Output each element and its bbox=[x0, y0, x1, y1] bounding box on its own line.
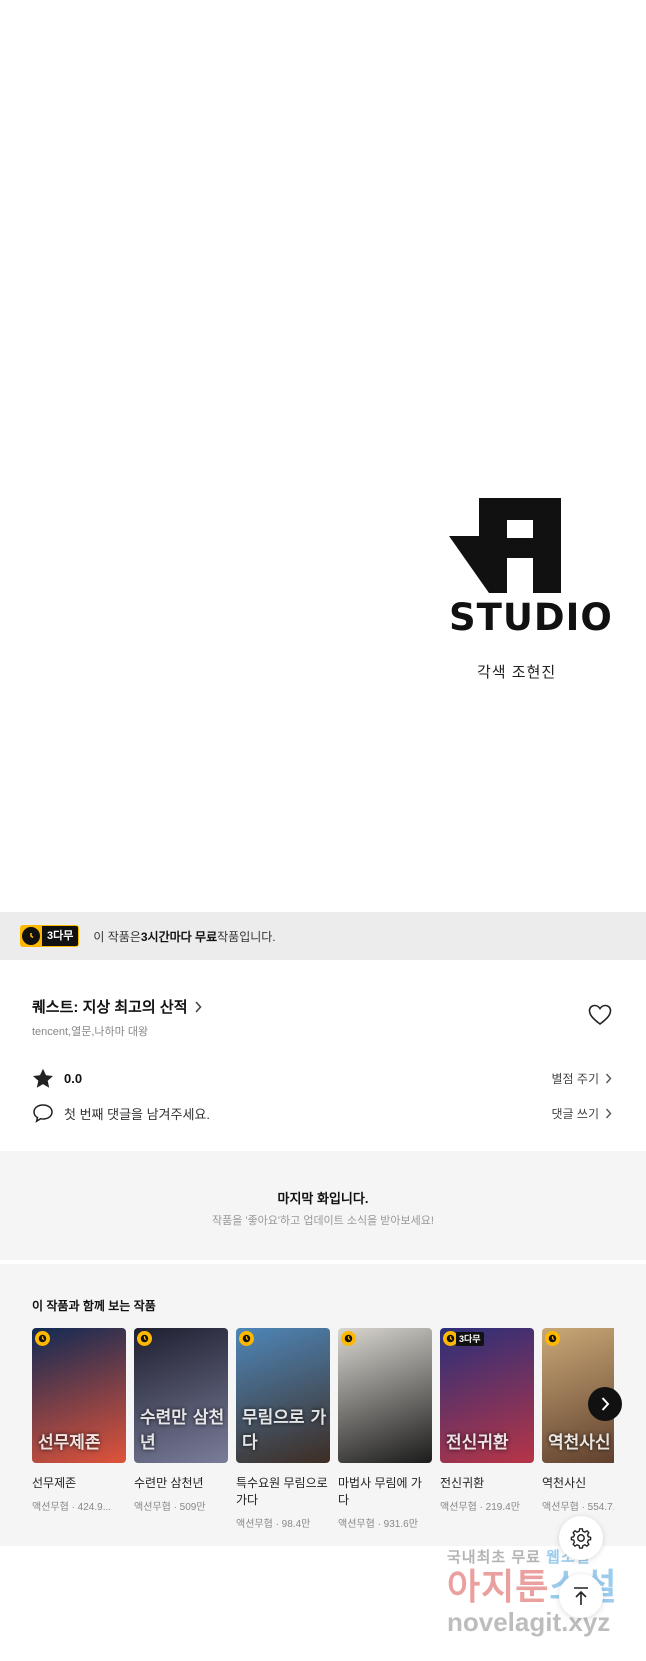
speech-bubble-icon bbox=[33, 1104, 53, 1123]
watermark-line-1a: 국내최초 무료 bbox=[447, 1549, 541, 1566]
carousel-next-button[interactable] bbox=[588, 1387, 622, 1421]
recommendation-title: 역천사신 bbox=[542, 1476, 587, 1490]
recommendation-title: 수련만 삼천년 bbox=[134, 1476, 204, 1490]
recommendations-heading: 이 작품과 함께 보는 작품 bbox=[32, 1299, 156, 1313]
free-banner: 3다무 이 작품은 3시간마다 무료 작품입니다. bbox=[0, 912, 646, 960]
write-comment-button[interactable]: 댓글 쓰기 bbox=[552, 1105, 613, 1122]
recommendation-meta: 액션무협 · 98.4만 bbox=[236, 1519, 311, 1530]
recommendation-cover bbox=[338, 1328, 432, 1463]
series-authors: tencent,열문,나하마 대왕 bbox=[32, 1026, 149, 1038]
recommendation-cover: 선무제존 bbox=[32, 1328, 126, 1463]
watermark-line-3: novelagit.xyz bbox=[447, 1607, 611, 1637]
last-chapter-title: 마지막 화입니다. bbox=[277, 1191, 369, 1206]
clock-icon bbox=[239, 1331, 254, 1346]
series-title-link[interactable]: 퀘스트: 지상 최고의 산적 bbox=[32, 996, 202, 1017]
gear-icon bbox=[570, 1528, 592, 1549]
adaptation-credit: 각색 조현진 bbox=[477, 664, 557, 681]
chevron-right-icon bbox=[605, 1073, 612, 1084]
watermark-line-1: 국내최초 무료 웹소설 bbox=[447, 1546, 637, 1567]
rating-display: 0.0 bbox=[32, 1068, 82, 1089]
recommendation-item[interactable]: 수련만 삼천년 수련만 삼천년 액션무협 · 509만 bbox=[134, 1328, 228, 1513]
cover-title-art: 무림으로 가다 bbox=[242, 1408, 327, 1453]
settings-button[interactable] bbox=[559, 1516, 603, 1560]
studio-logo: STUDIO bbox=[449, 498, 613, 639]
arrow-up-icon bbox=[574, 1587, 588, 1605]
free-badge: 3다무 bbox=[20, 925, 80, 947]
free-badge bbox=[239, 1331, 254, 1346]
free-banner-text-bold: 3시간마다 무료 bbox=[140, 929, 218, 944]
recommendation-cover: 3다무전신귀환 bbox=[440, 1328, 534, 1463]
recommendation-meta: 액션무협 · 509만 bbox=[134, 1502, 206, 1513]
rate-button-label: 별점 주기 bbox=[551, 1072, 600, 1086]
clock-icon bbox=[341, 1331, 356, 1346]
cover-title-art: 수련만 삼천년 bbox=[140, 1408, 225, 1453]
studio-logo-mark bbox=[449, 498, 561, 593]
chevron-right-icon bbox=[601, 1397, 610, 1411]
series-info-section: 퀘스트: 지상 최고의 산적 tencent,열문,나하마 대왕 0.0 별점 … bbox=[0, 960, 646, 1147]
free-badge bbox=[35, 1331, 50, 1346]
heart-icon bbox=[588, 1004, 612, 1026]
clock-icon bbox=[20, 925, 42, 947]
recommendation-cover: 무림으로 가다 bbox=[236, 1328, 330, 1463]
recommendation-meta: 액션무협 · 554.7... bbox=[542, 1502, 614, 1513]
cover-title-art: 전신귀환 bbox=[446, 1433, 509, 1453]
free-badge bbox=[341, 1331, 356, 1346]
recommendation-title: 마법사 무림에 가다 bbox=[338, 1476, 422, 1507]
cover-title-art: 선무제존 bbox=[38, 1433, 101, 1453]
comment-prompt-wrap: 첫 번째 댓글을 남겨주세요. bbox=[32, 1103, 210, 1123]
recommendation-item[interactable]: 3다무 전신귀환 전신귀환 액션무협 · 219.4만 bbox=[440, 1328, 534, 1513]
recommendation-title: 선무제존 bbox=[32, 1476, 77, 1490]
clock-icon bbox=[137, 1331, 152, 1346]
free-banner-text-after: 작품입니다. bbox=[217, 929, 276, 944]
recommendation-item[interactable]: 선무제존 선무제존 액션무협 · 424.9... bbox=[32, 1328, 126, 1513]
recommendation-item[interactable]: 마법사 무림에 가다액션무협 · 931.6만 bbox=[338, 1328, 432, 1530]
free-badge-label: 3다무 bbox=[456, 1331, 484, 1346]
clock-icon bbox=[35, 1331, 50, 1346]
studio-wordmark: STUDIO bbox=[449, 596, 613, 639]
recommendation-meta: 액션무협 · 424.9... bbox=[32, 1502, 112, 1513]
recommendations-section: 이 작품과 함께 보는 작품 선무제존 선무제존 액션무협 · 424.9... 수련… bbox=[0, 1264, 646, 1546]
chevron-right-icon bbox=[605, 1108, 612, 1118]
free-badge bbox=[137, 1331, 152, 1346]
free-badge bbox=[545, 1331, 560, 1346]
scroll-to-top-button[interactable] bbox=[559, 1574, 603, 1618]
rating-value: 0.0 bbox=[64, 1071, 83, 1086]
rating-row: 0.0 별점 주기 bbox=[32, 1068, 612, 1089]
recommendation-title: 특수요원 무림으로 가다 bbox=[236, 1476, 328, 1507]
watermark-line-2: 아지툰소설 bbox=[447, 1567, 637, 1607]
free-banner-text-before: 이 작품은 bbox=[93, 929, 141, 944]
rate-button[interactable]: 별점 주기 bbox=[552, 1070, 613, 1087]
watermark-line-2a: 아지툰 bbox=[447, 1566, 550, 1607]
free-badge-label: 3다무 bbox=[42, 926, 79, 946]
recommendation-title: 전신귀환 bbox=[440, 1476, 485, 1490]
site-watermark: 국내최초 무료 웹소설 아지툰소설 novelagit.xyz bbox=[447, 1546, 637, 1637]
last-chapter-subtitle: 작품을 '좋아요'하고 업데이트 소식을 받아보세요! bbox=[212, 1215, 434, 1227]
last-chapter-notice: 마지막 화입니다. 작품을 '좋아요'하고 업데이트 소식을 받아보세요! bbox=[0, 1151, 646, 1260]
recommendation-meta: 액션무협 · 931.6만 bbox=[338, 1519, 418, 1530]
recommendation-cover: 수련만 삼천년 bbox=[134, 1328, 228, 1463]
free-badge: 3다무 bbox=[443, 1331, 484, 1346]
like-button[interactable] bbox=[588, 1004, 614, 1028]
cover-title-art: 역천사신 bbox=[548, 1433, 611, 1453]
write-comment-label: 댓글 쓰기 bbox=[551, 1106, 600, 1121]
clock-icon bbox=[545, 1331, 560, 1346]
comment-prompt: 첫 번째 댓글을 남겨주세요. bbox=[64, 1106, 211, 1122]
series-title: 퀘스트: 지상 최고의 산적 bbox=[32, 999, 188, 1016]
recommendation-meta: 액션무협 · 219.4만 bbox=[440, 1502, 520, 1513]
recommendation-item[interactable]: 무림으로 가다특수요원 무림으로 가다액션무협 · 98.4만 bbox=[236, 1328, 330, 1530]
star-icon bbox=[33, 1068, 53, 1088]
chevron-right-icon bbox=[194, 1000, 202, 1013]
comment-row: 첫 번째 댓글을 남겨주세요. 댓글 쓰기 bbox=[32, 1103, 612, 1123]
recommendations-carousel: 선무제존 선무제존 액션무협 · 424.9... 수련만 삼천년 수련만 삼천년 액션무… bbox=[32, 1328, 614, 1538]
